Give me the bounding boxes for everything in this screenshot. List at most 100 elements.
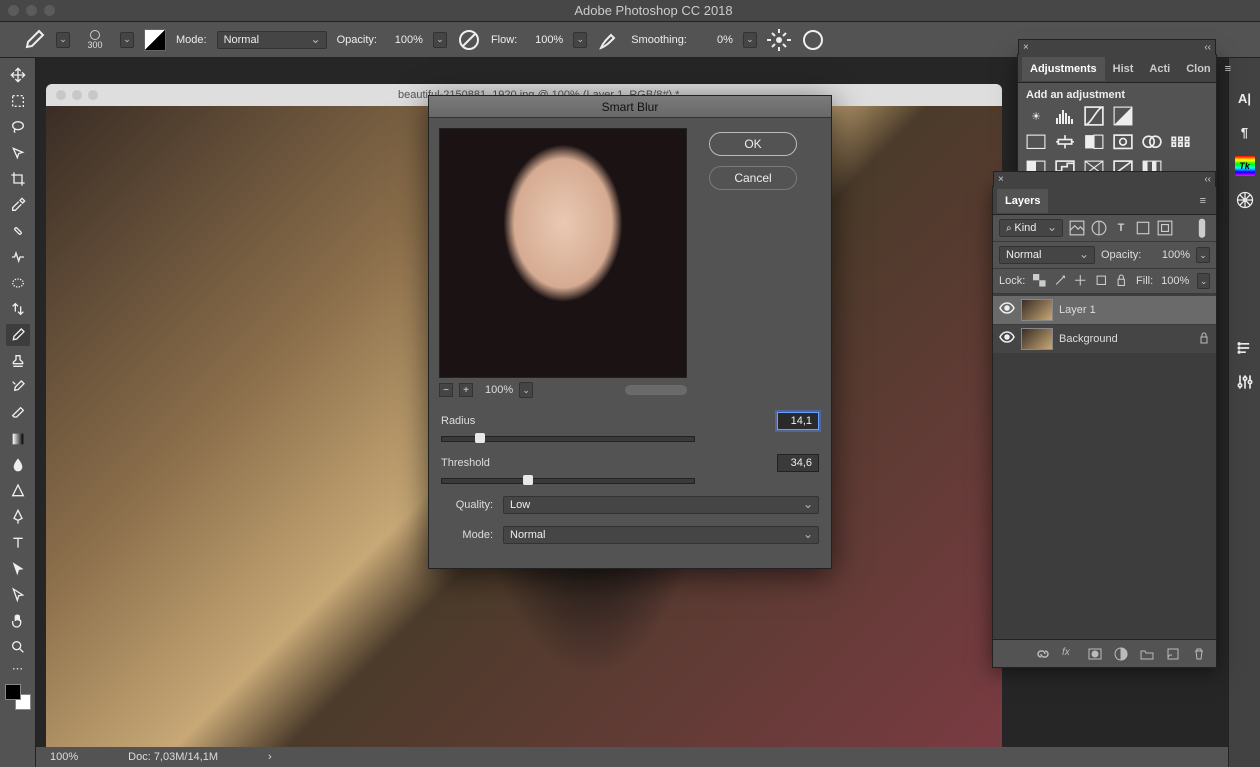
filter-kind-select[interactable]: ⌕ Kind	[999, 219, 1063, 237]
filter-adjustment-icon[interactable]	[1091, 220, 1107, 236]
brush-preset-chevron-icon[interactable]: ⌄	[56, 32, 70, 48]
lock-pixels-icon[interactable]	[1054, 274, 1067, 288]
zoom-chevron-icon[interactable]: ⌄	[519, 382, 533, 398]
close-icon[interactable]: ×	[1023, 42, 1029, 53]
gradient-tool-icon[interactable]	[6, 428, 30, 450]
brush-tool-icon[interactable]	[6, 324, 30, 346]
character-panel-icon[interactable]: A|	[1235, 88, 1255, 108]
opacity-chevron-icon[interactable]: ⌄	[433, 32, 447, 48]
brush-preview[interactable]: 300	[80, 30, 110, 50]
fx-icon[interactable]: fx	[1062, 647, 1076, 661]
close-window-icon[interactable]	[8, 5, 19, 16]
hue-sat-icon[interactable]	[1055, 133, 1075, 151]
dialog-mode-select[interactable]: Normal	[503, 526, 819, 544]
blur-tool-icon[interactable]	[6, 454, 30, 476]
adjustments-panel-icon[interactable]	[1235, 372, 1255, 392]
brush-settings-chevron-icon[interactable]: ⌄	[120, 32, 134, 48]
layer-name[interactable]: Background	[1059, 333, 1118, 345]
eraser-tool-icon[interactable]	[6, 402, 30, 424]
curves-icon[interactable]	[1084, 107, 1104, 125]
brush-panel-toggle-icon[interactable]	[144, 29, 166, 51]
navigator-panel-icon[interactable]	[1235, 190, 1255, 210]
properties-panel-icon[interactable]	[1235, 338, 1255, 358]
radius-slider[interactable]	[441, 436, 695, 442]
frequency-tool-icon[interactable]	[6, 246, 30, 268]
healing-tool-icon[interactable]	[6, 220, 30, 242]
status-chevron-icon[interactable]: ›	[268, 751, 272, 763]
new-layer-icon[interactable]	[1166, 647, 1180, 661]
ok-button[interactable]: OK	[709, 132, 797, 156]
adjustment-layer-icon[interactable]	[1114, 647, 1128, 661]
cancel-button[interactable]: Cancel	[709, 166, 797, 190]
fill-value[interactable]: 100%	[1161, 275, 1189, 287]
paragraph-panel-icon[interactable]: ¶	[1235, 122, 1255, 142]
move-tool-icon[interactable]	[6, 64, 30, 86]
panel-menu-icon[interactable]: ≡	[1194, 195, 1212, 207]
crop-tool-icon[interactable]	[6, 168, 30, 190]
color-swatches[interactable]	[5, 684, 31, 710]
threshold-slider[interactable]	[441, 478, 695, 484]
smoothing-options-icon[interactable]	[767, 28, 791, 52]
eyedropper-tool-icon[interactable]	[6, 194, 30, 216]
stamp-tool-icon[interactable]	[6, 350, 30, 372]
tab-adjustments[interactable]: Adjustments	[1022, 57, 1105, 81]
layer-row[interactable]: Layer 1	[993, 296, 1216, 324]
lock-position-icon[interactable]	[1074, 274, 1087, 288]
preview-image[interactable]	[439, 128, 687, 378]
more-tools-icon[interactable]: ⋯	[6, 662, 30, 674]
pressure-size-icon[interactable]	[801, 28, 825, 52]
lasso-tool-icon[interactable]	[6, 116, 30, 138]
fill-chevron-icon[interactable]: ⌄	[1197, 273, 1210, 289]
zoom-in-button[interactable]: +	[459, 383, 473, 397]
layer-opacity-value[interactable]: 100%	[1162, 249, 1190, 261]
direct-select-tool-icon[interactable]	[6, 584, 30, 606]
layer-name[interactable]: Layer 1	[1059, 304, 1096, 316]
swap-tool-icon[interactable]	[6, 298, 30, 320]
lock-artboard-icon[interactable]	[1095, 274, 1108, 288]
mask-icon[interactable]	[1088, 647, 1102, 661]
smoothing-chevron-icon[interactable]: ⌄	[743, 32, 757, 48]
zoom-level[interactable]: 100%	[50, 751, 78, 763]
lock-all-icon[interactable]	[1115, 274, 1128, 288]
history-brush-tool-icon[interactable]	[6, 376, 30, 398]
delete-layer-icon[interactable]	[1192, 647, 1206, 661]
pressure-opacity-icon[interactable]	[457, 28, 481, 52]
filter-toggle-icon[interactable]	[1194, 220, 1210, 236]
minimize-window-icon[interactable]	[26, 5, 37, 16]
flow-chevron-icon[interactable]: ⌄	[573, 32, 587, 48]
layer-blend-select[interactable]: Normal	[999, 246, 1095, 264]
marquee-tool-icon[interactable]	[6, 90, 30, 112]
panel-menu-icon[interactable]: ≡	[1219, 63, 1237, 75]
visibility-icon[interactable]	[999, 331, 1015, 347]
dialog-title[interactable]: Smart Blur	[429, 96, 831, 118]
group-icon[interactable]	[1140, 647, 1154, 661]
opacity-value[interactable]: 100%	[387, 34, 423, 46]
threshold-input[interactable]: 34,6	[777, 454, 819, 472]
opacity-chevron-icon[interactable]: ⌄	[1196, 247, 1210, 263]
close-icon[interactable]: ×	[998, 174, 1004, 185]
link-layers-icon[interactable]	[1036, 647, 1050, 661]
filter-type-icon[interactable]: T	[1113, 220, 1129, 236]
visibility-icon[interactable]	[999, 302, 1015, 318]
layer-thumbnail[interactable]	[1021, 328, 1053, 350]
smoothing-value[interactable]: 0%	[697, 34, 733, 46]
vibrance-icon[interactable]	[1026, 133, 1046, 151]
panel-drag-bar[interactable]: ×‹‹	[1018, 39, 1216, 55]
exposure-icon[interactable]	[1113, 107, 1133, 125]
tab-layers[interactable]: Layers	[997, 189, 1048, 213]
brush-tool-icon[interactable]	[22, 28, 46, 52]
channel-mixer-icon[interactable]	[1171, 133, 1191, 151]
flow-value[interactable]: 100%	[527, 34, 563, 46]
path-select-tool-icon[interactable]	[6, 558, 30, 580]
layer-row[interactable]: Background	[993, 325, 1216, 353]
zoom-out-button[interactable]: −	[439, 383, 453, 397]
filter-smart-icon[interactable]	[1157, 220, 1173, 236]
quality-select[interactable]: Low	[503, 496, 819, 514]
radius-input[interactable]: 14,1	[777, 412, 819, 430]
type-tool-icon[interactable]	[6, 532, 30, 554]
lock-transparency-icon[interactable]	[1033, 274, 1046, 288]
dodge-tool-icon[interactable]	[6, 480, 30, 502]
tab-history[interactable]: Hist	[1105, 57, 1142, 81]
color-balance-icon[interactable]	[1084, 133, 1104, 151]
filter-shape-icon[interactable]	[1135, 220, 1151, 236]
